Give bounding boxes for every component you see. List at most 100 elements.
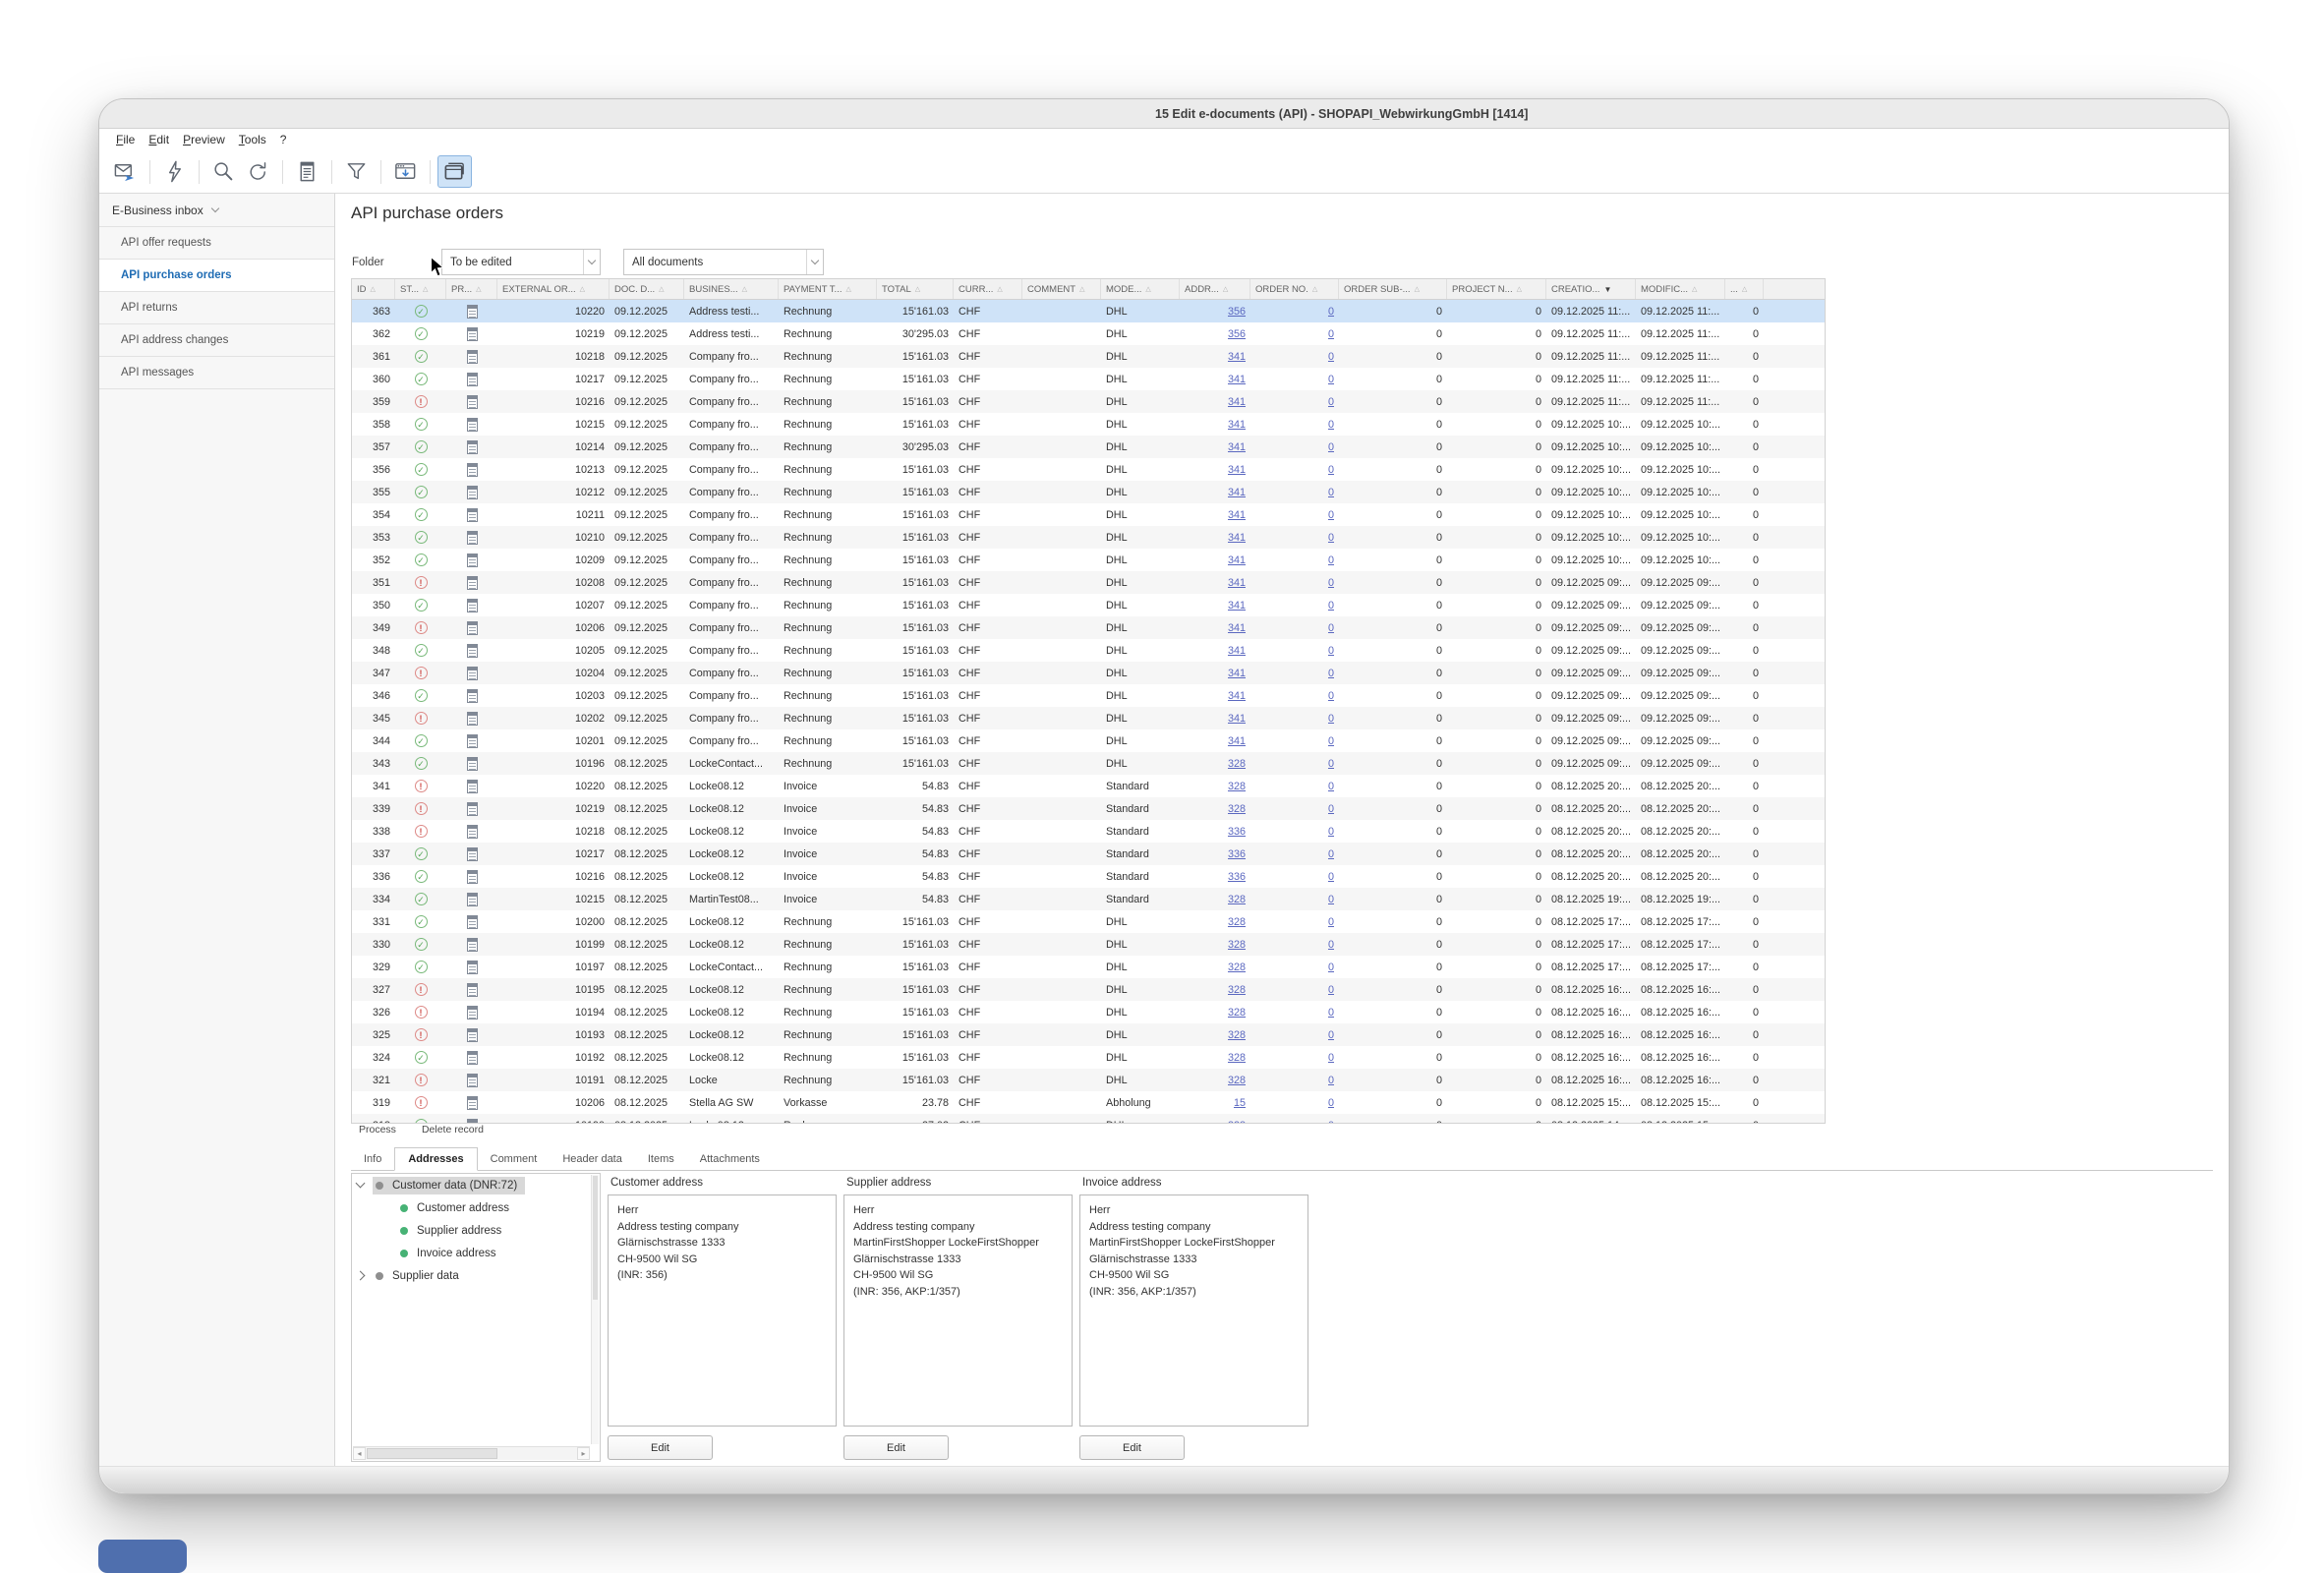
document-icon[interactable]	[467, 486, 478, 499]
document-icon[interactable]	[467, 576, 478, 590]
cell-link[interactable]: 341	[1228, 600, 1246, 612]
table-row[interactable]: 356✓1021309.12.2025Company fro...Rechnun…	[352, 458, 1825, 481]
table-row[interactable]: 361✓1021809.12.2025Company fro...Rechnun…	[352, 345, 1825, 368]
cell-link[interactable]: 0	[1328, 622, 1334, 634]
sidebar-item-api-offer-requests[interactable]: API offer requests	[99, 227, 334, 260]
document-icon[interactable]	[467, 305, 478, 319]
sidebar-item-api-returns[interactable]: API returns	[99, 292, 334, 324]
document-icon[interactable]	[467, 1074, 478, 1087]
table-row[interactable]: 341!1022008.12.2025Locke08.12Invoice54.8…	[352, 775, 1825, 797]
column-header-mode[interactable]: MODE...△	[1101, 279, 1180, 299]
scrollbar-track[interactable]	[366, 1447, 577, 1460]
document-icon[interactable]	[467, 463, 478, 477]
tab-attachments[interactable]: Attachments	[687, 1147, 773, 1170]
cell-link[interactable]: 0	[1328, 984, 1334, 996]
column-header-comment[interactable]: COMMENT△	[1022, 279, 1101, 299]
table-row[interactable]: 327!1019508.12.2025Locke08.12Rechnung15'…	[352, 978, 1825, 1001]
menu-file[interactable]: File	[109, 132, 142, 147]
titlebar[interactable]: 15 Edit e-documents (API) - SHOPAPI_Webw…	[99, 99, 2229, 129]
table-row[interactable]: 355✓1021209.12.2025Company fro...Rechnun…	[352, 481, 1825, 503]
cell-link[interactable]: 328	[1228, 781, 1246, 792]
table-row[interactable]: 351!1020809.12.2025Company fro...Rechnun…	[352, 571, 1825, 594]
column-header-doc_date[interactable]: DOC. D...△	[610, 279, 684, 299]
cell-link[interactable]: 0	[1328, 509, 1334, 521]
edit-address-button[interactable]: Edit	[608, 1435, 713, 1460]
cell-link[interactable]: 328	[1228, 1007, 1246, 1019]
cell-link[interactable]: 0	[1328, 554, 1334, 566]
tree-node-invoice-address[interactable]: Invoice address	[352, 1242, 600, 1264]
cell-link[interactable]: 0	[1328, 690, 1334, 702]
cell-link[interactable]: 0	[1328, 328, 1334, 340]
cell-link[interactable]: 0	[1328, 939, 1334, 951]
cell-link[interactable]: 328	[1228, 1075, 1246, 1086]
cell-link[interactable]: 0	[1328, 1097, 1334, 1109]
table-row[interactable]: 337✓1021708.12.2025Locke08.12Invoice54.8…	[352, 843, 1825, 865]
document-icon[interactable]	[467, 1096, 478, 1110]
table-row[interactable]: 359!1021609.12.2025Company fro...Rechnun…	[352, 390, 1825, 413]
cell-link[interactable]: 0	[1328, 735, 1334, 747]
table-row[interactable]: 338!1021808.12.2025Locke08.12Invoice54.8…	[352, 820, 1825, 843]
cell-link[interactable]: 341	[1228, 690, 1246, 702]
cell-link[interactable]: 341	[1228, 441, 1246, 453]
sidebar-item-api-messages[interactable]: API messages	[99, 357, 334, 389]
cell-link[interactable]: 341	[1228, 735, 1246, 747]
cell-link[interactable]: 0	[1328, 396, 1334, 408]
cell-link[interactable]: 328	[1228, 939, 1246, 951]
cell-link[interactable]: 341	[1228, 713, 1246, 725]
cell-link[interactable]: 328	[1228, 803, 1246, 815]
cell-link[interactable]: 0	[1328, 848, 1334, 860]
cell-link[interactable]: 328	[1228, 758, 1246, 770]
tree-node-supplier-address[interactable]: Supplier address	[352, 1219, 600, 1242]
cell-link[interactable]: 356	[1228, 328, 1246, 340]
table-row[interactable]: 345!1020209.12.2025Company fro...Rechnun…	[352, 707, 1825, 729]
document-icon[interactable]	[467, 350, 478, 364]
cell-link[interactable]: 336	[1228, 826, 1246, 838]
cell-link[interactable]: 341	[1228, 374, 1246, 385]
column-header-id[interactable]: ID△	[352, 279, 395, 299]
table-row[interactable]: 330✓1019908.12.2025Locke08.12Rechnung15'…	[352, 933, 1825, 956]
toolbar-button-search[interactable]	[206, 155, 241, 188]
document-icon[interactable]	[467, 1006, 478, 1020]
toolbar-button-lightning[interactable]	[157, 155, 192, 188]
table-row[interactable]: 336✓1021608.12.2025Locke08.12Invoice54.8…	[352, 865, 1825, 888]
tree-node-customer-data-dnr-72[interactable]: Customer data (DNR:72)	[352, 1174, 600, 1196]
delete-record-button[interactable]: Delete record	[422, 1124, 484, 1136]
document-icon[interactable]	[467, 915, 478, 929]
cell-link[interactable]: 341	[1228, 532, 1246, 544]
chevron-down-icon[interactable]	[356, 1179, 366, 1189]
tree-hscrollbar[interactable]: ◂ ▸	[353, 1446, 590, 1460]
cell-link[interactable]: 328	[1228, 916, 1246, 928]
table-row[interactable]: 319!1020608.12.2025Stella AG SWVorkasse2…	[352, 1091, 1825, 1114]
cell-link[interactable]: 341	[1228, 464, 1246, 476]
document-icon[interactable]	[467, 599, 478, 612]
toolbar-button-send-mail[interactable]	[108, 155, 143, 188]
documents-filter-button[interactable]	[806, 250, 823, 274]
scrollbar-thumb[interactable]	[593, 1176, 598, 1300]
table-row[interactable]: 344✓1020109.12.2025Company fro...Rechnun…	[352, 729, 1825, 752]
cell-link[interactable]: 341	[1228, 554, 1246, 566]
document-icon[interactable]	[467, 553, 478, 567]
sidebar-header[interactable]: E-Business inbox	[99, 194, 334, 227]
cell-link[interactable]: 341	[1228, 577, 1246, 589]
document-icon[interactable]	[467, 712, 478, 726]
cell-link[interactable]: 341	[1228, 351, 1246, 363]
table-row[interactable]: 347!1020409.12.2025Company fro...Rechnun…	[352, 662, 1825, 684]
menu-preview[interactable]: Preview	[176, 132, 232, 147]
cell-link[interactable]: 0	[1328, 306, 1334, 318]
document-icon[interactable]	[467, 870, 478, 884]
document-icon[interactable]	[467, 961, 478, 974]
toolbar-button-report[interactable]	[290, 155, 324, 188]
document-icon[interactable]	[467, 938, 478, 952]
cell-link[interactable]: 341	[1228, 645, 1246, 657]
column-header-modification[interactable]: MODIFIC...△	[1636, 279, 1725, 299]
cell-link[interactable]: 0	[1328, 600, 1334, 612]
document-icon[interactable]	[467, 757, 478, 771]
document-icon[interactable]	[467, 373, 478, 386]
cell-link[interactable]: 0	[1328, 419, 1334, 431]
document-icon[interactable]	[467, 780, 478, 793]
scrollbar-thumb[interactable]	[367, 1448, 497, 1459]
document-icon[interactable]	[467, 847, 478, 861]
cell-link[interactable]: 328	[1228, 894, 1246, 905]
column-header-currency[interactable]: CURR...△	[954, 279, 1022, 299]
table-row[interactable]: 350✓1020709.12.2025Company fro...Rechnun…	[352, 594, 1825, 616]
